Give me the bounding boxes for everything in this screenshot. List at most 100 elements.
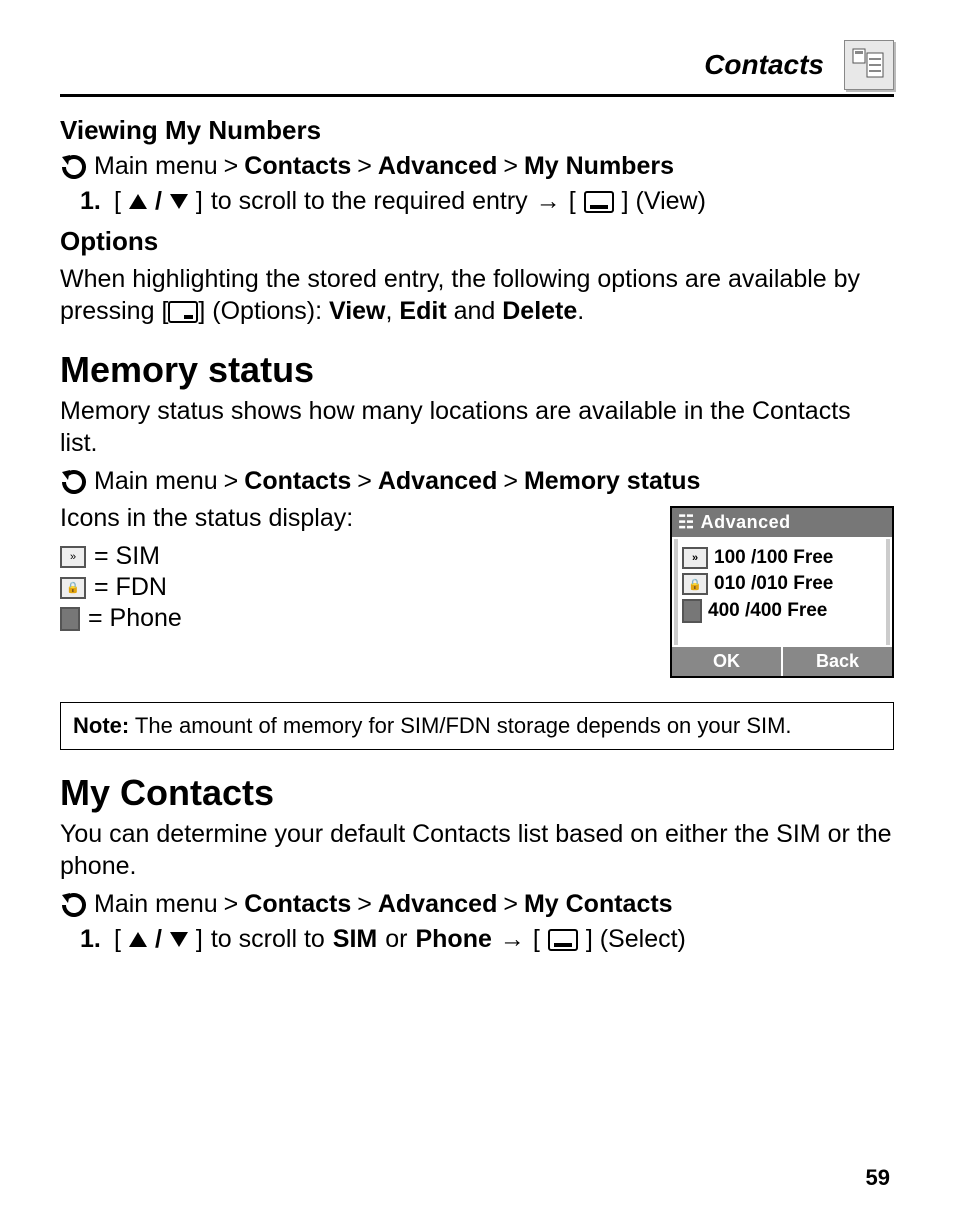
- sim-icon: »: [60, 546, 86, 568]
- nav-text: Main menu: [94, 152, 218, 181]
- nav-contacts: Contacts: [244, 152, 351, 181]
- phone-label: Phone: [415, 925, 491, 954]
- nav-contacts: Contacts: [244, 467, 351, 496]
- softkey-back[interactable]: Back: [781, 647, 892, 676]
- nav-sep: >: [224, 890, 239, 919]
- bracket-close: ]: [196, 925, 203, 954]
- nav-mynumbers: My Numbers: [524, 152, 674, 181]
- softkey-left-icon: [584, 191, 614, 213]
- viewing-heading: Viewing My Numbers: [60, 115, 894, 146]
- note-label: Note:: [73, 713, 129, 738]
- header-divider: [60, 94, 894, 97]
- and: and: [447, 297, 503, 325]
- legend-fdn-text: = FDN: [94, 573, 167, 602]
- nav-advanced: Advanced: [378, 152, 497, 181]
- up-arrow-icon: [129, 194, 147, 209]
- options-text-2: ] (Options):: [198, 297, 329, 325]
- fdn-icon: 🔒: [682, 573, 708, 595]
- contacts-header-icon: [844, 40, 894, 90]
- slash: /: [155, 925, 162, 954]
- bracket-open: [: [533, 925, 540, 954]
- step-text: to scroll to: [211, 925, 325, 954]
- note-text: The amount of memory for SIM/FDN storage…: [129, 713, 791, 738]
- nav-sep: >: [357, 467, 372, 496]
- step-number: 1.: [80, 187, 106, 216]
- legend-phone-text: = Phone: [88, 604, 182, 633]
- softkey-ok[interactable]: OK: [672, 647, 781, 676]
- comma: ,: [386, 297, 400, 325]
- mycontacts-step-1: 1. [ / ] to scroll to SIM or Phone → [ ]…: [80, 925, 894, 954]
- nav-sep: >: [357, 890, 372, 919]
- mycontacts-heading: My Contacts: [60, 772, 894, 814]
- sim-icon: »: [682, 547, 708, 569]
- bracket-open: [: [569, 187, 576, 216]
- option-edit: Edit: [399, 297, 446, 325]
- phone-icon: [682, 599, 702, 623]
- nav-advanced: Advanced: [378, 890, 497, 919]
- sim-label: SIM: [333, 925, 377, 954]
- nav-text: Main menu: [94, 467, 218, 496]
- contacts-small-icon: ☷: [678, 512, 695, 533]
- memory-intro: Memory status shows how many locations a…: [60, 395, 894, 459]
- step-text: to scroll to the required entry: [211, 187, 528, 216]
- nav-sep: >: [224, 467, 239, 496]
- step-number: 1.: [80, 925, 106, 954]
- icons-label: Icons in the status display:: [60, 502, 650, 534]
- softkey-left-icon: [548, 929, 578, 951]
- phone-screenshot: ☷ Advanced » 100 /100 Free 🔒 010 /010 Fr…: [670, 506, 894, 678]
- mycontacts-intro: You can determine your default Contacts …: [60, 818, 894, 882]
- page-header-title: Contacts: [704, 49, 824, 81]
- phone-shot-title: Advanced: [701, 512, 791, 533]
- or-text: or: [385, 925, 407, 954]
- nav-contacts: Contacts: [244, 890, 351, 919]
- viewing-breadcrumb: Main menu > Contacts > Advanced > My Num…: [60, 152, 894, 181]
- memory-value-phone: 400 /400 Free: [708, 600, 827, 622]
- option-view: View: [329, 297, 386, 325]
- nav-arrow-icon: [60, 468, 88, 496]
- mycontacts-breadcrumb: Main menu > Contacts > Advanced > My Con…: [60, 890, 894, 919]
- legend-sim-text: = SIM: [94, 542, 160, 571]
- nav-text: Main menu: [94, 890, 218, 919]
- bracket-open: [: [114, 925, 121, 954]
- phone-icon: [60, 607, 80, 631]
- nav-sep: >: [357, 152, 372, 181]
- memory-value-fdn: 010 /010 Free: [714, 573, 833, 595]
- softkey-right-icon: [168, 301, 198, 323]
- nav-mycontacts: My Contacts: [524, 890, 673, 919]
- bracket-close: ]: [196, 187, 203, 216]
- nav-arrow-icon: [60, 891, 88, 919]
- memory-row-fdn: 🔒 010 /010 Free: [682, 571, 882, 597]
- up-arrow-icon: [129, 932, 147, 947]
- phone-shot-title-bar: ☷ Advanced: [672, 508, 892, 537]
- arrow-right-icon: →: [500, 925, 525, 954]
- memory-heading: Memory status: [60, 349, 894, 391]
- down-arrow-icon: [170, 194, 188, 209]
- nav-sep: >: [503, 890, 518, 919]
- down-arrow-icon: [170, 932, 188, 947]
- nav-memory: Memory status: [524, 467, 700, 496]
- options-heading: Options: [60, 226, 894, 257]
- nav-sep: >: [503, 152, 518, 181]
- step-text-end: ] (Select): [586, 925, 686, 954]
- option-delete: Delete: [502, 297, 577, 325]
- fdn-icon: 🔒: [60, 577, 86, 599]
- legend-fdn: 🔒 = FDN: [60, 573, 650, 602]
- memory-breadcrumb: Main menu > Contacts > Advanced > Memory…: [60, 467, 894, 496]
- nav-arrow-icon: [60, 153, 88, 181]
- legend-sim: » = SIM: [60, 542, 650, 571]
- slash: /: [155, 187, 162, 216]
- nav-sep: >: [224, 152, 239, 181]
- bracket-open: [: [114, 187, 121, 216]
- nav-advanced: Advanced: [378, 467, 497, 496]
- options-text: When highlighting the stored entry, the …: [60, 263, 894, 327]
- legend-phone: = Phone: [60, 604, 650, 633]
- memory-value-sim: 100 /100 Free: [714, 547, 833, 569]
- step-text-end: ] (View): [622, 187, 706, 216]
- memory-row-sim: » 100 /100 Free: [682, 545, 882, 571]
- memory-row-phone: 400 /400 Free: [682, 597, 882, 625]
- page-number: 59: [866, 1165, 890, 1191]
- arrow-right-icon: →: [536, 187, 561, 216]
- viewing-step-1: 1. [ / ] to scroll to the required entry…: [80, 187, 894, 216]
- note-box: Note: The amount of memory for SIM/FDN s…: [60, 702, 894, 750]
- period: .: [577, 297, 584, 325]
